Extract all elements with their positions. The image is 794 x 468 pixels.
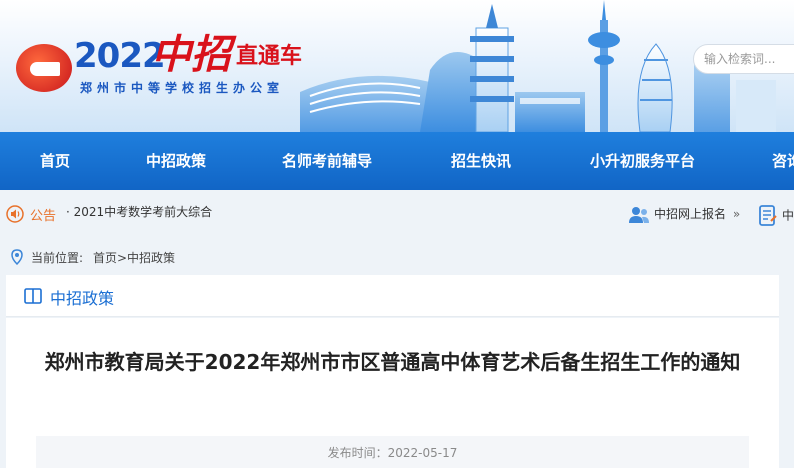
nav-item-primary-platform[interactable]: 小升初服务平台 [590, 132, 695, 190]
section-header: 中招政策 [6, 275, 779, 317]
site-logo[interactable]: 2022 中招 直通车 郑州市中等学校招生办公室 [10, 16, 310, 96]
section-title: 中招政策 [50, 289, 115, 308]
logo-subtitle: 郑州市中等学校招生办公室 [80, 81, 285, 95]
notice-label: 公告 [30, 209, 57, 224]
breadcrumb-label: 当前位置: [31, 251, 84, 265]
main-nav: 首页 中招政策 名师考前辅导 招生快讯 小升初服务平台 咨询 [0, 132, 794, 190]
document-icon [759, 205, 777, 226]
logo-tag: 直通车 [236, 44, 303, 69]
notice-bar: 公告 · 2021中考数学考前大综合 中招网上报名 » 中 [0, 190, 794, 238]
nav-item-news[interactable]: 招生快讯 [451, 132, 511, 190]
users-icon [629, 206, 649, 223]
book-icon [24, 288, 42, 304]
nav-item-tutoring[interactable]: 名师考前辅导 [282, 132, 372, 190]
chevron-double-right-icon: » [732, 207, 741, 221]
logo-main-text: 中招 [151, 31, 231, 78]
search-input[interactable] [694, 45, 794, 73]
location-pin-icon [11, 249, 23, 265]
quick-link-second[interactable]: 中 [758, 205, 794, 227]
speaker-icon [6, 205, 24, 223]
article-card: 郑州市教育局关于2022年郑州市市区普通高中体育艺术后备生招生工作的通知 发布时… [6, 318, 779, 468]
quick-link-label: 中 [782, 208, 794, 223]
search-box[interactable] [693, 44, 794, 74]
breadcrumb-path[interactable]: 首页>中招政策 [93, 249, 175, 266]
article-title: 郑州市教育局关于2022年郑州市市区普通高中体育艺术后备生招生工作的通知 [44, 350, 741, 374]
notice-link[interactable]: · 2021中考数学考前大综合 [66, 203, 212, 220]
quick-link-online-registration[interactable]: 中招网上报名 » [628, 205, 740, 224]
header-banner: 2022 中招 直通车 郑州市中等学校招生办公室 [0, 0, 794, 132]
publish-date: 发布时间：2022-05-17 [327, 446, 458, 460]
breadcrumb: 当前位置: 首页>中招政策 [0, 246, 794, 268]
train-logo-icon [16, 44, 72, 92]
nav-item-consult[interactable]: 咨询 [772, 132, 794, 190]
quick-link-label: 中招网上报名 [654, 207, 727, 221]
nav-item-home[interactable]: 首页 [40, 132, 70, 190]
nav-item-policy[interactable]: 中招政策 [146, 132, 206, 190]
article-meta-bar: 发布时间：2022-05-17 [36, 436, 749, 468]
